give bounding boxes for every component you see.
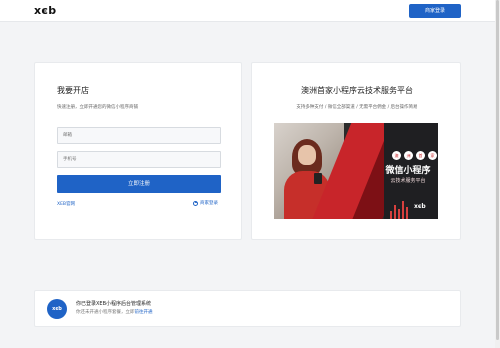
login-notice: xєb 你已登录XEB小程序后台管理系统 你还未开通小程序套餐，立即前往开通 [34, 290, 461, 327]
register-button[interactable]: 立即注册 [57, 175, 221, 193]
open-store-title: 我要开店 [57, 86, 89, 95]
notice-text: 你还未开通小程序套餐，立即前往开通 [76, 309, 153, 315]
banner-chip: 洲 [404, 151, 413, 160]
open-store-subtitle: 快速注册，立即开通您的微信小程序商铺 [57, 105, 138, 110]
platform-subtitle: 支持多种支付 / 微信全部渠道 / 无需平台佣金 / 后台操作简易 [296, 105, 418, 110]
notice-text-prefix: 你还未开通小程序套餐，立即 [76, 310, 135, 315]
top-navigation-bar: xєb 商家登录 [0, 0, 500, 22]
banner-chip: 首 [416, 151, 425, 160]
notice-title: 你已登录XEB小程序后台管理系统 [76, 301, 152, 307]
avatar: xєb [47, 299, 67, 319]
banner-chip: 家 [428, 151, 437, 160]
scrollbar-thumb[interactable] [496, 0, 499, 340]
user-icon [193, 200, 198, 206]
banner-subtitle: 云技术服务平台 [390, 178, 426, 184]
decorative-bars [390, 201, 408, 219]
phone-icon [314, 173, 322, 184]
banner-chip: 澳 [392, 151, 401, 160]
email-field[interactable] [57, 127, 221, 144]
merchant-login-link[interactable]: 商家登录 [193, 200, 218, 206]
activate-package-link[interactable]: 前往开通 [135, 310, 153, 315]
xeb-logo[interactable]: xєb [34, 4, 56, 17]
promo-banner: 澳 洲 首 家 微信小程序 云技术服务平台 xєb [274, 123, 438, 219]
merchant-login-button[interactable]: 商家登录 [409, 4, 461, 18]
merchant-login-link-label: 商家登录 [200, 201, 218, 206]
banner-chip-row: 澳 洲 首 家 [392, 151, 437, 160]
phone-field[interactable] [57, 151, 221, 168]
banner-logo: xєb [414, 203, 426, 210]
xeb-website-link[interactable]: XEB官网 [57, 201, 75, 207]
open-store-card: 我要开店 快速注册，立即开通您的微信小程序商铺 立即注册 XEB官网 商家登录 [34, 62, 242, 240]
platform-title: 澳洲首家小程序云技术服务平台 [301, 86, 413, 95]
platform-intro-card: 澳洲首家小程序云技术服务平台 支持多种支付 / 微信全部渠道 / 无需平台佣金 … [251, 62, 461, 240]
banner-title: 微信小程序 [385, 166, 431, 176]
